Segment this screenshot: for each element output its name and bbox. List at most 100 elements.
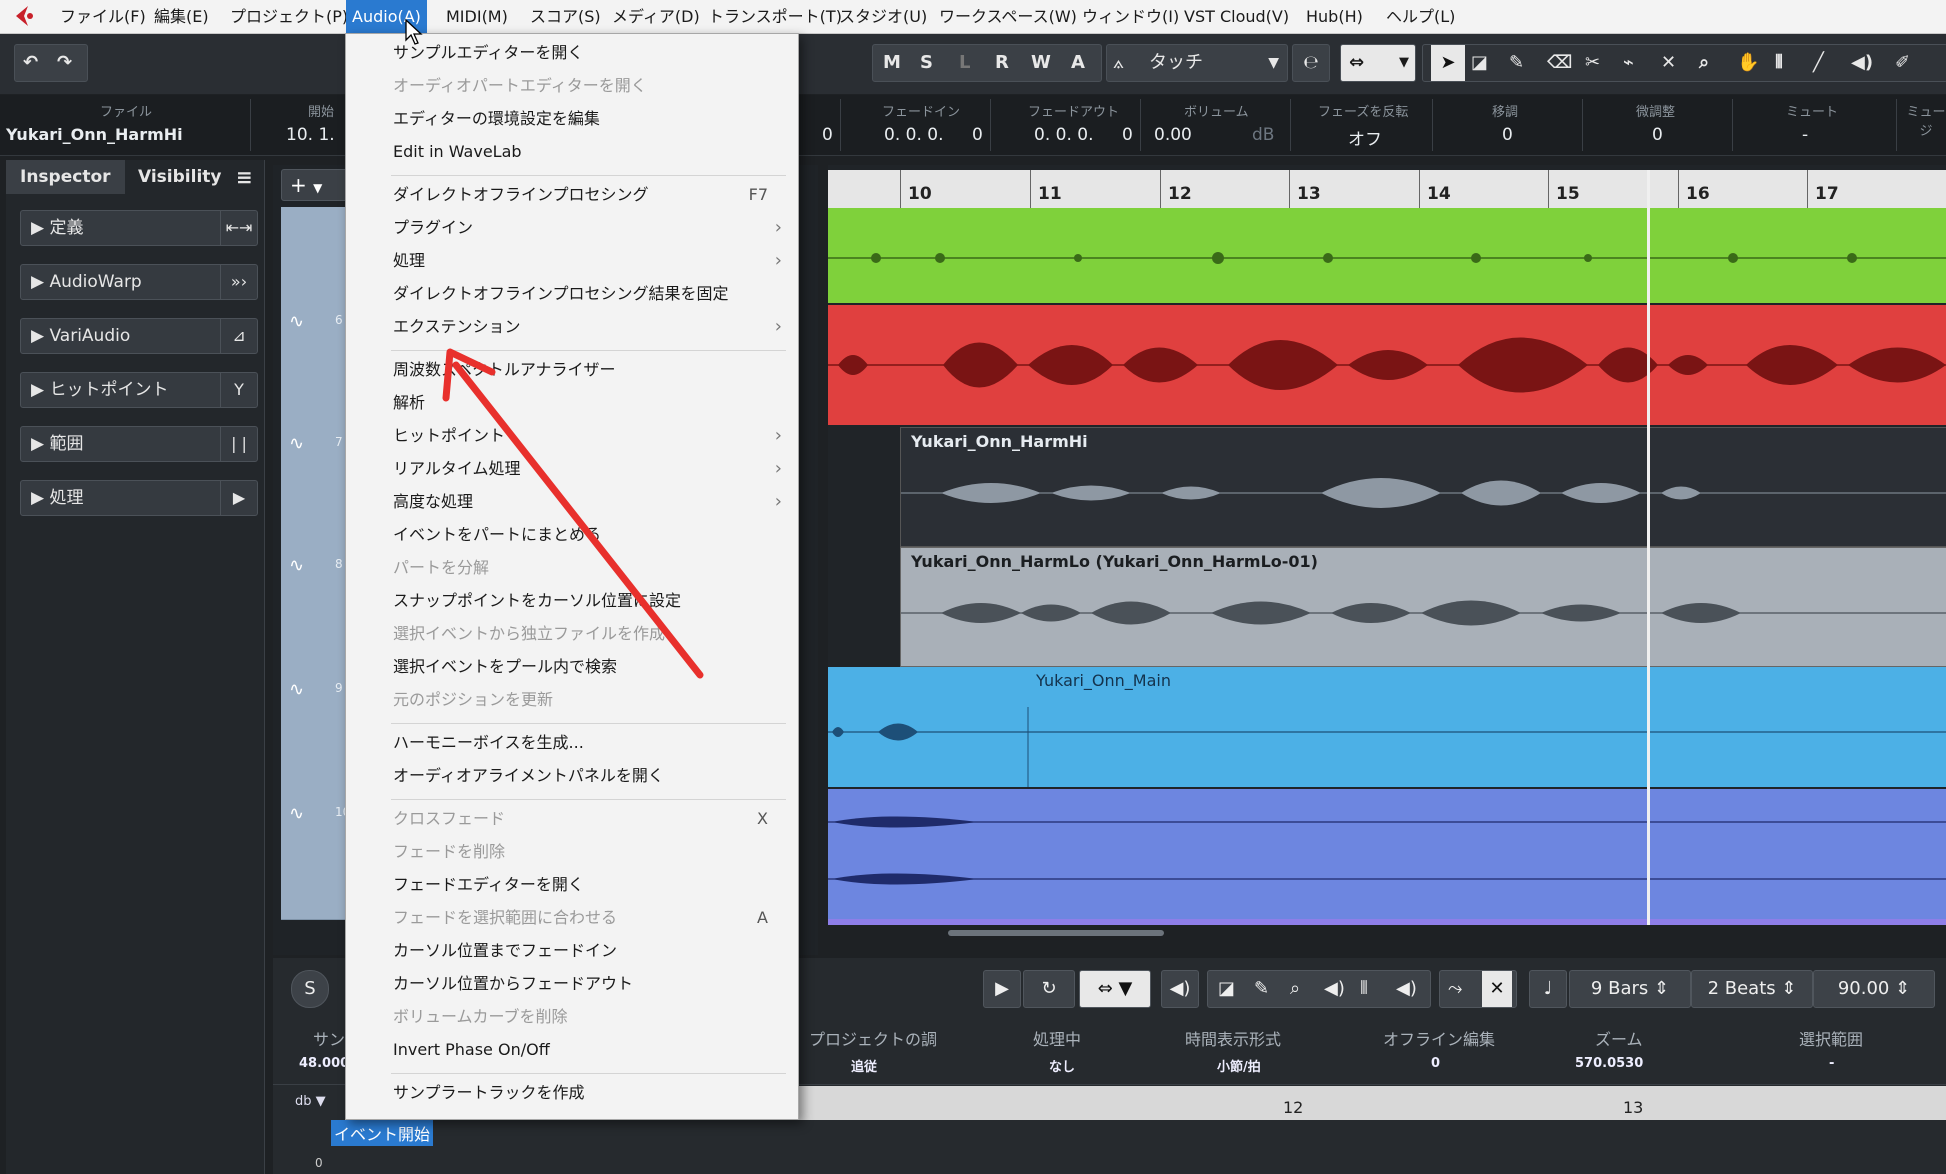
arrange-window[interactable]: 10 11 12 13 14 15 16 17 Yukari_Onn_HarmH…: [828, 165, 1946, 925]
tab-inspector[interactable]: Inspector: [6, 160, 125, 194]
range-tool-icon[interactable]: ◪: [1471, 45, 1488, 81]
snap-mode-select[interactable]: ⇔ ▼: [1340, 44, 1416, 82]
finetune-value[interactable]: 0: [1652, 125, 1663, 145]
mute-value[interactable]: -: [1802, 125, 1808, 145]
comp-tool-icon[interactable]: ⦀: [1360, 971, 1368, 1007]
suspend-automation-button[interactable]: ℮: [1292, 44, 1330, 82]
fadeout-last[interactable]: 0: [1122, 125, 1133, 145]
automation-mode-select[interactable]: ⟑ タッチ ▼: [1106, 44, 1288, 82]
audition-icon[interactable]: ◀): [1396, 971, 1417, 1007]
pointer-tool-icon[interactable]: ➤: [1431, 45, 1465, 81]
audio-event-harmhi[interactable]: Yukari_Onn_HarmHi: [900, 427, 1946, 547]
menu-project[interactable]: プロジェクト(P): [224, 0, 354, 33]
menu-item-find-in-pool[interactable]: 選択イベントをプール内で検索: [346, 650, 798, 683]
audio-event-purple[interactable]: [828, 789, 1946, 919]
menu-item-events-to-part[interactable]: イベントをパートにまとめる: [346, 518, 798, 551]
menu-media[interactable]: メディア(D): [606, 0, 706, 33]
zoom-value[interactable]: 570.0530: [1575, 1056, 1643, 1071]
menu-item-dissolve-part[interactable]: パートを分解: [346, 551, 798, 584]
menu-item-spectrum-analyzer[interactable]: 周波数スペクトルアナライザー: [346, 353, 798, 386]
processing-value[interactable]: なし: [1049, 1056, 1075, 1075]
mute-tool-icon[interactable]: ✕: [1661, 45, 1676, 81]
audio-event-green[interactable]: [828, 208, 1946, 303]
speaker-icon[interactable]: ◀): [1161, 970, 1199, 1008]
pencil-tool-icon[interactable]: ✎: [1254, 971, 1269, 1007]
comp-tool-icon[interactable]: ⦀: [1775, 45, 1783, 81]
menu-item-process[interactable]: 処理 ›: [346, 244, 798, 277]
mode-m-button[interactable]: M: [883, 45, 901, 81]
play-button[interactable]: ▶: [983, 970, 1021, 1008]
inspector-menu-icon[interactable]: ≡: [228, 160, 261, 194]
track-row[interactable]: ∿ 10: [281, 795, 353, 920]
audio-event-red[interactable]: [828, 305, 1946, 425]
redo-icon[interactable]: ↷: [57, 45, 72, 81]
phase-value[interactable]: オフ: [1348, 125, 1382, 150]
db-label[interactable]: db ▼: [295, 1094, 326, 1109]
beats-field[interactable]: 2 Beats ⇕: [1691, 970, 1813, 1008]
menu-item-remove-volume-curve[interactable]: ボリュームカーブを削除: [346, 1000, 798, 1033]
menu-window[interactable]: ウィンドウ(I): [1076, 0, 1185, 33]
audio-event-main[interactable]: Yukari_Onn_Main: [828, 667, 1946, 787]
inspector-section-range[interactable]: ▶ 範囲 | |: [20, 426, 258, 462]
range-tool-icon[interactable]: ◪: [1218, 971, 1235, 1007]
note-icon[interactable]: ♩: [1529, 970, 1567, 1008]
mode-r-button[interactable]: R: [995, 45, 1009, 81]
menu-item-adjust-fades-to-range[interactable]: フェードを選択範囲に合わせる A: [346, 901, 798, 934]
play-tool-icon[interactable]: ◀): [1851, 45, 1873, 81]
transpose-value[interactable]: 0: [1502, 125, 1513, 145]
volume-value[interactable]: 0.00: [1154, 125, 1192, 145]
tab-visibility[interactable]: Visibility: [124, 160, 236, 194]
snap-x-icon[interactable]: ✕: [1482, 971, 1512, 1007]
project-cursor[interactable]: [1647, 170, 1650, 925]
menu-item-extensions[interactable]: エクステンション ›: [346, 310, 798, 343]
menu-edit[interactable]: 編集(E): [148, 0, 215, 33]
track-row[interactable]: ∿ 8: [281, 547, 353, 672]
fadein-value[interactable]: 0. 0. 0.: [884, 125, 943, 145]
editor-ruler[interactable]: 12 13 14: [793, 1086, 1946, 1120]
menu-help[interactable]: ヘルプ(L): [1380, 0, 1461, 33]
menu-midi[interactable]: MIDI(M): [440, 0, 514, 33]
menu-studio[interactable]: スタジオ(U): [833, 0, 933, 33]
menu-item-advanced[interactable]: 高度な処理 ›: [346, 485, 798, 518]
menu-item-harmony-voices[interactable]: ハーモニーボイスを生成...: [346, 726, 798, 759]
scissors-tool-icon[interactable]: ✂: [1585, 45, 1600, 81]
bars-field[interactable]: 9 Bars ⇕: [1569, 970, 1691, 1008]
color-tool-icon[interactable]: ✐: [1895, 45, 1910, 81]
project-key-value[interactable]: 追従: [851, 1056, 877, 1075]
menu-item-create-sampler-track[interactable]: サンプラートラックを作成: [346, 1076, 798, 1109]
fadein-last[interactable]: 0: [972, 125, 983, 145]
menu-score[interactable]: スコア(S): [524, 0, 607, 33]
ruler[interactable]: 10 11 12 13 14 15 16 17: [828, 170, 1946, 208]
menu-item-edit-in-wavelab[interactable]: Edit in WaveLab: [346, 135, 798, 168]
menu-item-open-fade-editor[interactable]: フェードエディターを開く: [346, 868, 798, 901]
track-row[interactable]: ∿ 6: [281, 303, 353, 426]
file-value[interactable]: Yukari_Onn_HarmHi: [6, 125, 183, 144]
menu-item-direct-offline-processing[interactable]: ダイレクトオフラインプロセシング F7: [346, 178, 798, 211]
crossfade-icon[interactable]: ⤳: [1448, 971, 1462, 1007]
menu-item-bounce-selection[interactable]: 選択イベントから独立ファイルを作成: [346, 617, 798, 650]
length-value[interactable]: 0: [822, 125, 833, 145]
menu-item-snap-point-to-cursor[interactable]: スナップポイントをカーソル位置に設定: [346, 584, 798, 617]
menu-item-crossfade[interactable]: クロスフェード X: [346, 802, 798, 835]
time-format-value[interactable]: 小節/拍: [1217, 1056, 1261, 1075]
menu-item-remove-fades[interactable]: フェードを削除: [346, 835, 798, 868]
menu-transport[interactable]: トランスポート(T): [702, 0, 848, 33]
snap-button[interactable]: ⇔ ▼: [1079, 970, 1151, 1008]
menu-item-fade-in-to-cursor[interactable]: カーソル位置までフェードイン: [346, 934, 798, 967]
pencil-tool-icon[interactable]: ✎: [1509, 45, 1524, 81]
inspector-section-variaudio[interactable]: ▶ VariAudio ⊿: [20, 318, 258, 354]
menu-vst-cloud[interactable]: VST Cloud(V): [1178, 0, 1295, 33]
loop-button[interactable]: ↻: [1023, 970, 1075, 1008]
menu-item-editor-prefs[interactable]: エディターの環境設定を編集: [346, 102, 798, 135]
menu-item-update-origin[interactable]: 元のポジションを更新: [346, 683, 798, 716]
menu-item-plugins[interactable]: プラグイン ›: [346, 211, 798, 244]
glue-tool-icon[interactable]: ⌁: [1623, 45, 1634, 81]
mode-l-button[interactable]: L: [959, 45, 970, 81]
track-row[interactable]: ∿ 9: [281, 671, 353, 796]
menu-item-hitpoints[interactable]: ヒットポイント ›: [346, 419, 798, 452]
menu-file[interactable]: ファイル(F): [54, 0, 152, 33]
menu-item-open-audio-part-editor[interactable]: オーディオパートエディターを開く: [346, 69, 798, 102]
start-value[interactable]: 10. 1.: [286, 125, 335, 145]
play-tool-icon[interactable]: ◀): [1324, 971, 1345, 1007]
sample-editor-icon[interactable]: S: [291, 970, 329, 1008]
